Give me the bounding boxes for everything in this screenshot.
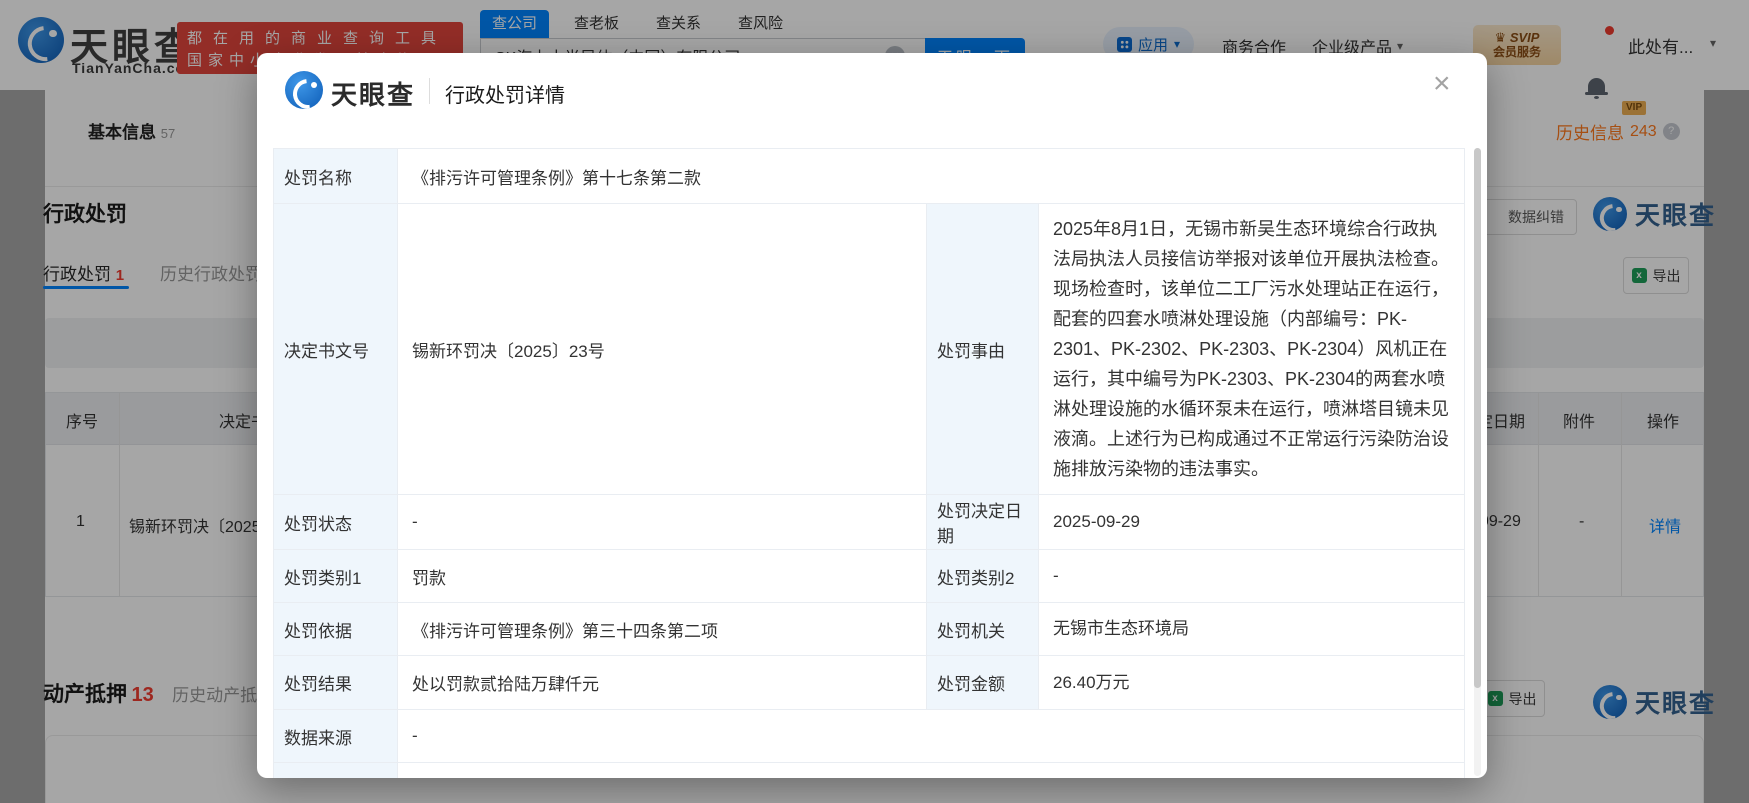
field-label: 处罚依据 [274,603,398,655]
field-label: 处罚结果 [274,656,398,709]
tianyancha-logo-icon [285,71,323,109]
field-label: 处罚类别2 [926,550,1039,602]
close-icon[interactable]: × [1433,69,1451,99]
field-value: 26.40万元 [1053,672,1130,692]
field-value: 处以罚款贰拾陆万肆仟元 [412,675,599,694]
field-label: 处罚类别1 [274,550,398,602]
modal-title-divider [429,78,430,104]
field-value: 《排污许可管理条例》第十七条第二款 [412,168,701,188]
field-value [398,763,1464,778]
modal-brand: 天眼查 [331,80,416,110]
modal-scrollbar-thumb[interactable] [1474,148,1481,688]
field-label: 处罚名称 [274,149,398,203]
field-value: - [412,512,418,531]
modal-scrollbar[interactable] [1474,148,1481,776]
tianyancha-page: 天眼查 TianYanCha.com 都在用的商业查询工具 国家中小企业发展基金… [0,0,1749,803]
penalty-detail-modal: 天眼查 行政处罚详情 × 处罚名称 《排污许可管理条例》第十七条第二款 决定书文… [257,53,1487,778]
field-value: - [1053,566,1059,585]
field-label: 处罚决定日期 [926,495,1039,549]
field-value: 《排污许可管理条例》第三十四条第二项 [412,621,718,641]
modal-title: 行政处罚详情 [445,85,565,107]
field-label: 处罚机关 [926,603,1039,655]
field-label: 处罚状态 [274,495,398,549]
field-value: 无锡市生态环境局 [1053,619,1189,638]
field-value: 罚款 [412,568,446,588]
field-label: 数据来源 [274,710,398,762]
field-label: 处罚金额 [926,656,1039,709]
penalty-detail-table: 处罚名称 《排污许可管理条例》第十七条第二款 决定书文号 锡新环罚决〔2025〕… [273,148,1465,778]
field-label: 原文链接 [274,763,398,778]
field-label: 决定书文号 [274,204,398,494]
field-value: - [412,726,418,745]
field-value: 2025年8月1日，无锡市新吴生态环境综合行政执法局执法人员接信访举报对该单位开… [1053,219,1449,479]
field-value: 锡新环罚决〔2025〕23号 [412,341,605,361]
field-value: 2025-09-29 [1053,512,1140,531]
field-label: 处罚事由 [926,204,1039,494]
